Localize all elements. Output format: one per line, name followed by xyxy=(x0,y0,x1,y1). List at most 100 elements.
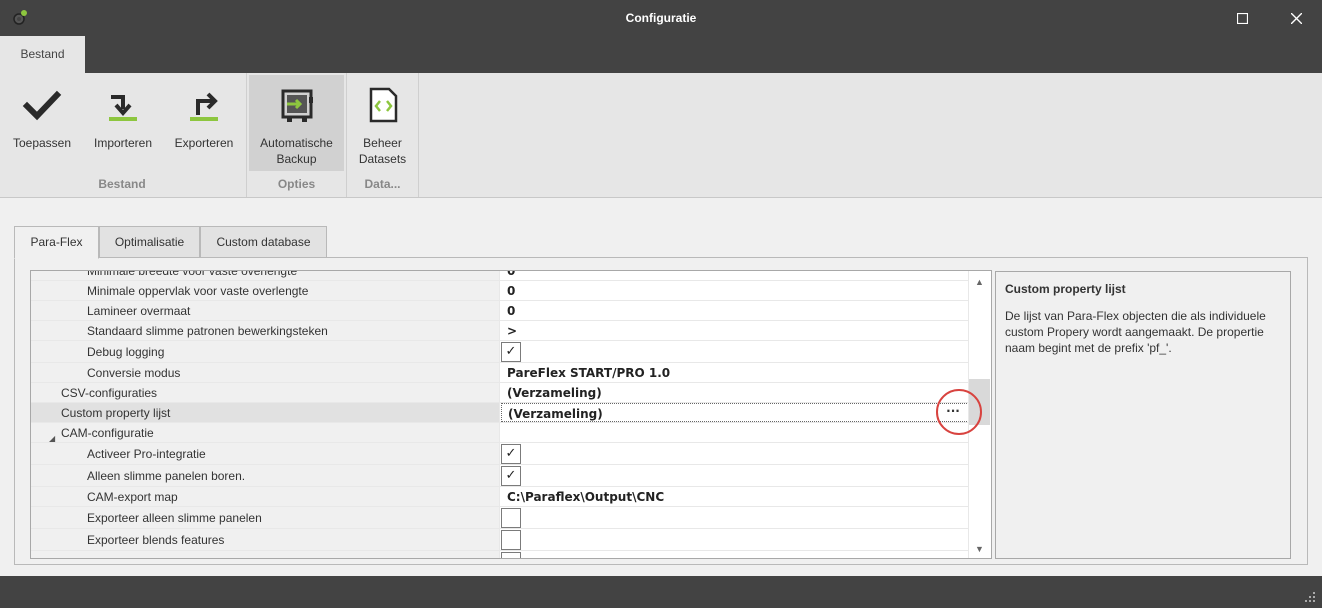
group-divider xyxy=(346,73,347,197)
import-button[interactable]: Importeren xyxy=(84,75,162,171)
export-button[interactable]: Exporteren xyxy=(166,75,242,171)
property-row[interactable]: Exporteer alleen slimme panelen xyxy=(31,507,969,529)
title-bar: Configuratie xyxy=(0,0,1322,36)
property-value[interactable]: (Verzameling) xyxy=(501,383,969,402)
property-row[interactable]: Debug logging ✓ xyxy=(31,341,969,363)
resize-grip-icon[interactable] xyxy=(1304,591,1316,603)
scroll-down-icon[interactable]: ▼ xyxy=(975,544,984,554)
description-title: Custom property lijst xyxy=(1005,282,1126,296)
property-value[interactable]: 0 xyxy=(501,301,969,320)
property-value[interactable]: (Verzameling) ··· xyxy=(501,403,969,422)
property-value xyxy=(501,507,969,528)
manage-datasets-label-line2: Datasets xyxy=(358,152,407,166)
partial-checkbox[interactable] xyxy=(501,552,521,558)
property-value: ✓ xyxy=(501,341,969,362)
property-row[interactable]: Alleen slimme panelen boren. ✓ xyxy=(31,465,969,487)
code-file-icon xyxy=(369,87,397,123)
pro-integration-checkbox[interactable]: ✓ xyxy=(501,444,521,464)
property-name: Exporteer alleen slimme panelen xyxy=(31,507,500,528)
auto-backup-button[interactable]: Automatische Backup xyxy=(249,75,344,171)
backup-safe-icon xyxy=(281,89,313,122)
group-divider xyxy=(246,73,247,197)
apply-label: Toepassen xyxy=(12,136,72,150)
group-label-opties: Opties xyxy=(277,177,316,191)
group-label-bestand: Bestand xyxy=(98,177,146,191)
property-row[interactable]: Conversie modus PareFlex START/PRO 1.0 xyxy=(31,363,969,383)
category-label: CAM-configuratie xyxy=(61,426,154,440)
debug-logging-checkbox[interactable]: ✓ xyxy=(501,342,521,362)
tab-para-flex[interactable]: Para-Flex xyxy=(14,226,99,259)
property-row[interactable]: Activeer Pro-integratie ✓ xyxy=(31,443,969,465)
import-icon xyxy=(109,95,137,121)
group-divider xyxy=(418,73,419,197)
property-value xyxy=(501,551,969,558)
property-value[interactable]: C:\Paraflex\Output\CNC xyxy=(501,487,969,506)
apply-button[interactable]: Toepassen xyxy=(2,75,82,171)
highlight-circle xyxy=(936,389,982,435)
property-name: Alleen slimme panelen boren. xyxy=(31,465,500,486)
ribbon: Toepassen Importeren Exporteren Bestand xyxy=(0,73,1322,198)
property-name: Custom property lijst xyxy=(31,403,500,422)
maximize-button[interactable] xyxy=(1219,0,1265,36)
property-name: Exporteer blends features xyxy=(31,529,500,550)
property-value[interactable]: 0 xyxy=(501,271,969,280)
export-icon xyxy=(190,92,218,121)
manage-datasets-button[interactable]: Beheer Datasets xyxy=(349,75,416,171)
property-name: Minimale oppervlak voor vaste overlengte xyxy=(31,281,500,300)
property-value[interactable]: > xyxy=(501,321,969,340)
auto-backup-label-line2: Backup xyxy=(276,152,317,166)
tab-optimalisatie[interactable]: Optimalisatie xyxy=(99,226,200,258)
property-name: CAM-export map xyxy=(31,487,500,506)
property-name: Activeer Pro-integratie xyxy=(31,443,500,464)
property-row[interactable]: Lamineer overmaat 0 xyxy=(31,301,969,321)
status-bar xyxy=(0,576,1322,608)
close-button[interactable] xyxy=(1273,0,1319,36)
property-row[interactable]: Minimale oppervlak voor vaste overlengte… xyxy=(31,281,969,301)
category-value xyxy=(501,423,969,442)
manage-datasets-label: Beheer Datasets xyxy=(349,135,416,167)
ribbon-tab-bestand[interactable]: Bestand xyxy=(0,36,85,73)
property-row[interactable]: Standaard slimme patronen bewerkingsteke… xyxy=(31,321,969,341)
smart-panels-drill-checkbox[interactable]: ✓ xyxy=(501,466,521,486)
property-name xyxy=(31,551,500,558)
ribbon-tab-strip: Bestand xyxy=(0,36,1322,73)
property-value[interactable]: 0 xyxy=(501,281,969,300)
export-blends-checkbox[interactable] xyxy=(501,530,521,550)
property-row[interactable]: CAM-export map C:\Paraflex\Output\CNC xyxy=(31,487,969,507)
close-icon xyxy=(1290,12,1302,24)
property-value: ✓ xyxy=(501,465,969,486)
property-value: ✓ xyxy=(501,443,969,464)
export-smart-panels-checkbox[interactable] xyxy=(501,508,521,528)
auto-backup-label: Automatische Backup xyxy=(249,135,344,167)
property-name: CSV-configuraties xyxy=(31,383,500,402)
property-grid: Minimale breedte voor vaste overlengte 0… xyxy=(30,270,992,559)
manage-datasets-label-line1: Beheer xyxy=(363,136,402,150)
property-name: Minimale breedte voor vaste overlengte xyxy=(31,271,500,280)
property-grid-rows: Minimale breedte voor vaste overlengte 0… xyxy=(31,271,969,558)
description-text: De lijst van Para-Flex objecten die als … xyxy=(1005,309,1266,355)
property-name: Lamineer overmaat xyxy=(31,301,500,320)
checkmark-icon xyxy=(22,90,62,121)
property-value[interactable]: PareFlex START/PRO 1.0 xyxy=(501,363,969,382)
property-name: Conversie modus xyxy=(31,363,500,382)
maximize-icon xyxy=(1236,12,1248,24)
window-title: Configuratie xyxy=(625,11,697,25)
property-value-text: (Verzameling) xyxy=(508,407,603,421)
property-name: Debug logging xyxy=(31,341,500,362)
property-value xyxy=(501,529,969,550)
export-label: Exporteren xyxy=(174,136,234,150)
group-label-data: Data... xyxy=(364,177,401,191)
property-row-selected[interactable]: Custom property lijst (Verzameling) ··· xyxy=(31,403,969,423)
scroll-up-icon[interactable]: ▲ xyxy=(975,277,984,287)
category-name: ◢ CAM-configuratie xyxy=(31,423,500,443)
category-row[interactable]: ◢ CAM-configuratie xyxy=(31,423,969,443)
description-panel: Custom property lijst De lijst van Para-… xyxy=(995,271,1291,559)
auto-backup-label-line1: Automatische xyxy=(260,136,333,150)
import-label: Importeren xyxy=(93,136,153,150)
property-row[interactable] xyxy=(31,551,969,558)
property-name: Standaard slimme patronen bewerkingsteke… xyxy=(31,321,500,340)
property-row[interactable]: Minimale breedte voor vaste overlengte 0 xyxy=(31,271,969,281)
tab-custom-database[interactable]: Custom database xyxy=(200,226,327,258)
property-row[interactable]: Exporteer blends features xyxy=(31,529,969,551)
property-row[interactable]: CSV-configuraties (Verzameling) xyxy=(31,383,969,403)
